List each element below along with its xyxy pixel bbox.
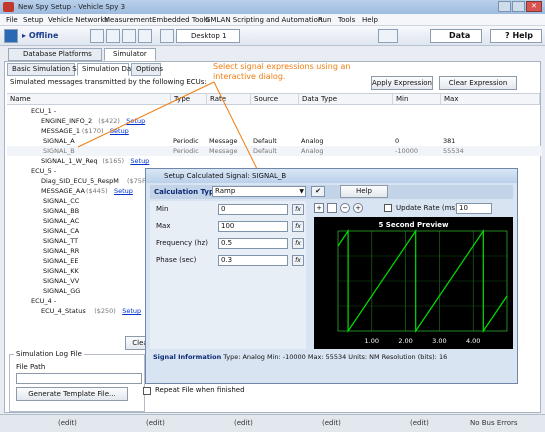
chart-tick-label: 1.00 xyxy=(365,337,379,345)
params-panel: Min 0 fx Max 100 fx Frequency (hz) 0.5 f… xyxy=(150,201,306,349)
callout-arrow-dialog xyxy=(213,81,259,172)
bus-errors-status: No Bus Errors xyxy=(470,419,518,427)
pan-icon[interactable]: + xyxy=(314,203,324,213)
preview-chart: 5 Second Preview 1.00 2.00 3.00 4.00 xyxy=(314,217,513,349)
status-edit-1[interactable]: (edit) xyxy=(58,419,77,427)
frequency-fx-button[interactable]: fx xyxy=(292,238,304,249)
status-edit-5[interactable]: (edit) xyxy=(410,419,429,427)
max-label: Max xyxy=(156,222,171,230)
update-rate-label: Update Rate (ms) xyxy=(396,204,458,212)
zoom-in-icon[interactable]: + xyxy=(353,203,363,213)
status-edit-3[interactable]: (edit) xyxy=(234,419,253,427)
dialog-help-button[interactable]: Help xyxy=(340,185,388,198)
chart-tick-label: 3.00 xyxy=(432,337,446,345)
chart-title: 5 Second Preview xyxy=(379,221,450,229)
calc-type-select[interactable]: Ramp ▼ xyxy=(212,186,306,197)
status-edit-4[interactable]: (edit) xyxy=(322,419,341,427)
min-label: Min xyxy=(156,205,169,213)
signal-info-text: Type: Analog Min: -10000 Max: 55534 Unit… xyxy=(223,353,448,361)
max-fx-button[interactable]: fx xyxy=(292,221,304,232)
status-bar: (edit) (edit) (edit) (edit) (edit) No Bu… xyxy=(0,414,545,432)
update-rate-checkbox[interactable] xyxy=(384,204,392,212)
min-fx-button[interactable]: fx xyxy=(292,204,304,215)
chart-tick-label: 4.00 xyxy=(466,337,480,345)
calc-type-label: Calculation Type xyxy=(154,188,219,196)
dialog-title-bar: Setup Calculated Signal: SIGNAL_B xyxy=(146,169,517,183)
max-input[interactable]: 100 xyxy=(218,221,288,232)
signal-info-bar: Signal Information Type: Analog Min: -10… xyxy=(150,351,513,363)
calc-type-row: Calculation Type Ramp ▼ ✔ Help xyxy=(150,185,513,199)
phase-fx-button[interactable]: fx xyxy=(292,255,304,266)
chevron-down-icon: ▼ xyxy=(299,188,304,195)
ok-icon[interactable]: ✔ xyxy=(311,186,325,197)
calc-type-value: Ramp xyxy=(215,187,236,195)
zoom-out-icon[interactable]: − xyxy=(340,203,350,213)
chart-tick-label: 2.00 xyxy=(398,337,412,345)
setup-calculated-signal-dialog: Setup Calculated Signal: SIGNAL_B Calcul… xyxy=(145,168,518,384)
status-edit-2[interactable]: (edit) xyxy=(146,419,165,427)
callout-arrow-signal xyxy=(77,81,215,148)
signal-info-label: Signal Information xyxy=(153,353,222,361)
frequency-label: Frequency (hz) xyxy=(156,239,208,247)
phase-label: Phase (sec) xyxy=(156,256,197,264)
dialog-title: Setup Calculated Signal: SIGNAL_B xyxy=(164,172,287,180)
zoom-region-icon[interactable] xyxy=(327,203,337,213)
update-rate-input[interactable]: 10 xyxy=(456,203,492,214)
frequency-input[interactable]: 0.5 xyxy=(218,238,288,249)
phase-input[interactable]: 0.3 xyxy=(218,255,288,266)
preview-toolbar: + − + Update Rate (ms) 10 xyxy=(310,201,515,215)
min-input[interactable]: 0 xyxy=(218,204,288,215)
